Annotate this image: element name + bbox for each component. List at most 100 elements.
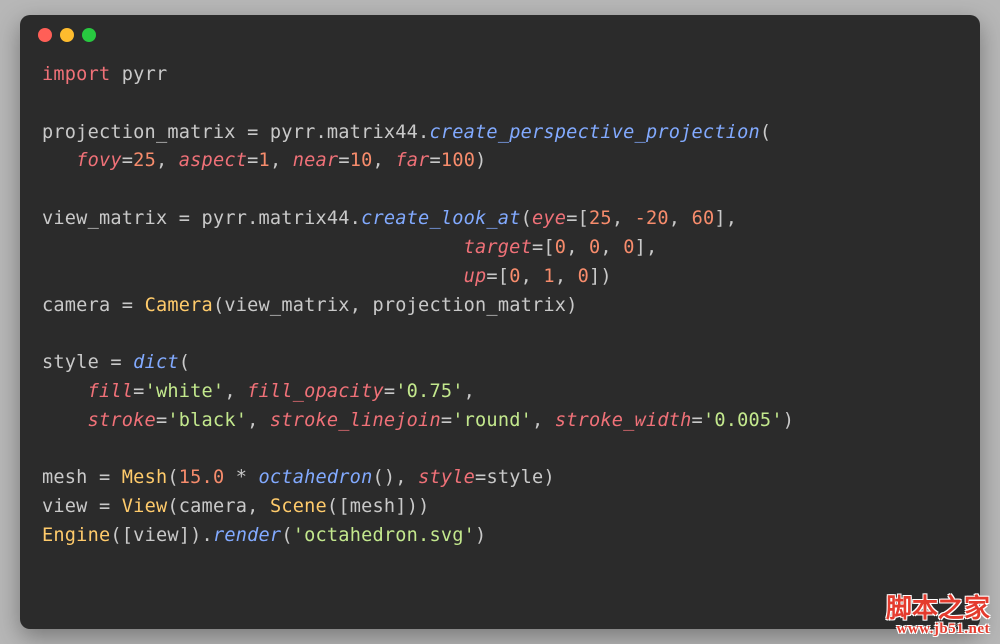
token-var: pyrr	[270, 122, 316, 143]
token-punc: ,	[521, 266, 544, 287]
code-window: import pyrr projection_matrix = pyrr.mat…	[20, 15, 980, 629]
minimize-icon[interactable]	[60, 28, 74, 42]
token-num: 0	[509, 266, 520, 287]
token-var: camera	[179, 496, 247, 517]
token-op: =	[486, 266, 497, 287]
token-param: far	[395, 150, 429, 171]
token-punc: (	[213, 295, 224, 316]
token-op: =	[247, 150, 258, 171]
token-var: view_matrix	[224, 295, 349, 316]
token-punc: .	[315, 122, 326, 143]
token-punc: ,	[224, 381, 247, 402]
token-punc: ],	[714, 208, 737, 229]
token-op: =	[532, 237, 543, 258]
code-line	[42, 90, 958, 119]
token-punc: ,	[247, 410, 270, 431]
token-mod: pyrr	[122, 64, 168, 85]
token-var: pyrr	[202, 208, 248, 229]
code-line: target=[0, 0, 0],	[42, 234, 958, 263]
token-sp	[42, 381, 88, 402]
token-op: =	[475, 467, 486, 488]
token-op: =	[99, 496, 122, 517]
token-sp	[42, 237, 464, 258]
token-var: matrix44	[259, 208, 350, 229]
token-var: camera	[42, 295, 122, 316]
token-param: fovy	[76, 150, 122, 171]
token-var: mesh	[42, 467, 99, 488]
token-dict: dict	[133, 352, 179, 373]
token-op: =	[122, 295, 145, 316]
token-op: =	[247, 122, 270, 143]
token-punc: ,	[555, 266, 578, 287]
maximize-icon[interactable]	[82, 28, 96, 42]
token-param: near	[293, 150, 339, 171]
token-str: 'black'	[167, 410, 247, 431]
token-var: style	[42, 352, 110, 373]
code-line: up=[0, 1, 0])	[42, 263, 958, 292]
code-line	[42, 436, 958, 465]
token-op: =	[338, 150, 349, 171]
token-param: target	[464, 237, 532, 258]
token-num: 0	[555, 237, 566, 258]
token-sp	[42, 266, 464, 287]
token-num: 1	[259, 150, 270, 171]
token-op: =	[430, 150, 441, 171]
token-var: view	[133, 525, 179, 546]
token-param: fill_opacity	[247, 381, 384, 402]
token-punc: .	[418, 122, 429, 143]
token-punc: ,	[464, 381, 475, 402]
code-line: projection_matrix = pyrr.matrix44.create…	[42, 119, 958, 148]
token-punc: ,	[600, 237, 623, 258]
code-line: view_matrix = pyrr.matrix44.create_look_…	[42, 205, 958, 234]
token-punc: ]).	[179, 525, 213, 546]
code-line: mesh = Mesh(15.0 * octahedron(), style=s…	[42, 464, 958, 493]
token-punc: (),	[372, 467, 418, 488]
code-line: stroke='black', stroke_linejoin='round',…	[42, 407, 958, 436]
watermark-title: 脚本之家	[886, 595, 990, 622]
token-op: =	[99, 467, 122, 488]
token-punc: ,	[669, 208, 692, 229]
token-num: 25	[589, 208, 612, 229]
token-num: 100	[441, 150, 475, 171]
token-punc: ,	[156, 150, 179, 171]
token-op: =	[692, 410, 703, 431]
token-fn: render	[213, 525, 281, 546]
token-punc: ]))	[395, 496, 429, 517]
token-num: 0	[578, 266, 589, 287]
token-op: =	[110, 352, 133, 373]
token-sp	[42, 150, 76, 171]
token-op: =	[156, 410, 167, 431]
token-punc: ,	[247, 496, 270, 517]
token-num: 10	[350, 150, 373, 171]
token-class: View	[122, 496, 168, 517]
code-line	[42, 176, 958, 205]
token-param: up	[464, 266, 487, 287]
token-punc: ([	[110, 525, 133, 546]
token-op: *	[224, 467, 258, 488]
token-punc: (	[179, 352, 190, 373]
code-line: import pyrr	[42, 61, 958, 90]
token-sp	[42, 410, 88, 431]
token-class: Scene	[270, 496, 327, 517]
token-punc: .	[350, 208, 361, 229]
token-punc: ,	[350, 295, 373, 316]
code-line: fill='white', fill_opacity='0.75',	[42, 378, 958, 407]
token-str: '0.005'	[703, 410, 783, 431]
token-num: 0	[589, 237, 600, 258]
token-param: style	[418, 467, 475, 488]
token-punc: )	[475, 150, 486, 171]
titlebar	[20, 15, 980, 55]
code-line	[42, 320, 958, 349]
token-punc: (	[167, 467, 178, 488]
token-op: =	[566, 208, 577, 229]
token-op: =	[133, 381, 144, 402]
token-op: =	[441, 410, 452, 431]
close-icon[interactable]	[38, 28, 52, 42]
token-punc: )	[475, 525, 486, 546]
token-param: aspect	[179, 150, 247, 171]
token-class: Camera	[145, 295, 213, 316]
watermark-url: www.jb51.net	[886, 622, 990, 638]
token-fn: octahedron	[259, 467, 373, 488]
token-str: 'round'	[452, 410, 532, 431]
token-str: 'octahedron.svg'	[293, 525, 475, 546]
